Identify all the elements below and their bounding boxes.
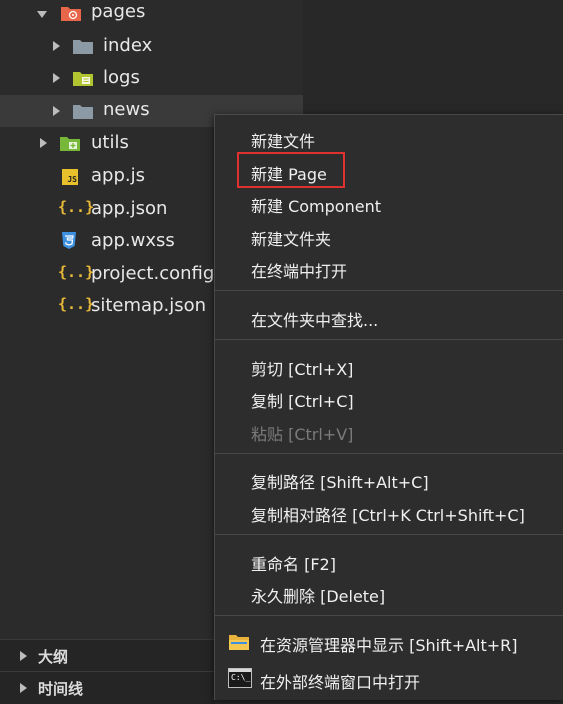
chevron-right-icon[interactable] xyxy=(20,651,27,661)
chevron-right-icon[interactable] xyxy=(53,41,60,51)
menu-separator xyxy=(215,534,563,535)
menu-separator xyxy=(215,290,563,291)
menu-item-new-folder[interactable]: 新建文件夹 xyxy=(215,220,563,252)
tree-item-index[interactable]: index xyxy=(0,30,303,62)
json-file-icon: {..} xyxy=(58,295,95,313)
menu-item-cut[interactable]: 剪切 [Ctrl+X] xyxy=(215,350,563,382)
menu-item-delete-permanently[interactable]: 永久删除 [Delete] xyxy=(215,577,563,609)
panel-timeline-label: 时间线 xyxy=(38,680,84,698)
tree-item-label: logs xyxy=(103,67,140,88)
menu-item-rename[interactable]: 重命名 [F2] xyxy=(215,545,563,577)
menu-item-new-component[interactable]: 新建 Component xyxy=(215,187,563,219)
terminal-badge: C:\_ xyxy=(231,673,251,682)
tree-item-label: index xyxy=(103,35,153,56)
menu-item-new-file[interactable]: 新建文件 xyxy=(215,122,563,154)
menu-item-copy-path[interactable]: 复制路径 [Shift+Alt+C] xyxy=(215,463,563,495)
menu-separator xyxy=(215,615,563,616)
tree-item-label: app.wxss xyxy=(91,230,175,251)
chevron-down-icon[interactable] xyxy=(37,11,47,18)
tree-item-logs[interactable]: logs xyxy=(0,62,303,94)
css-file-icon xyxy=(60,231,78,251)
json-file-icon: {..} xyxy=(58,198,95,216)
tree-item-label: utils xyxy=(91,132,129,153)
menu-item-open-in-terminal[interactable]: 在终端中打开 xyxy=(215,252,563,284)
menu-item-paste: 粘贴 [Ctrl+V] xyxy=(251,425,354,444)
terminal-icon: C:\_ xyxy=(228,668,252,688)
tree-item-label: sitemap.json xyxy=(91,295,207,316)
folder-icon xyxy=(72,37,94,55)
panel-outline[interactable]: 大纲 xyxy=(0,639,215,672)
tree-item-label: app.js xyxy=(91,165,145,186)
chevron-right-icon[interactable] xyxy=(20,683,27,693)
folder-logs-icon xyxy=(72,69,94,87)
chevron-right-icon[interactable] xyxy=(53,73,60,83)
menu-item-reveal-in-explorer[interactable]: 在资源管理器中显示 [Shift+Alt+R] xyxy=(215,626,563,658)
folder-utils-icon xyxy=(59,134,81,152)
menu-item-copy-relative-path[interactable]: 复制相对路径 [Ctrl+K Ctrl+Shift+C] xyxy=(215,496,563,528)
chevron-right-icon[interactable] xyxy=(53,106,60,116)
js-file-icon: JS xyxy=(62,169,78,185)
chevron-right-icon[interactable] xyxy=(40,138,47,148)
highlight-box xyxy=(237,152,345,188)
tree-item-label: project.config xyxy=(91,263,215,284)
json-file-icon: {..} xyxy=(58,263,95,281)
panel-outline-label: 大纲 xyxy=(38,648,69,666)
menu-item-open-in-external-terminal[interactable]: C:\_ 在外部终端窗口中打开 xyxy=(215,663,563,695)
context-menu: 新建文件 新建 Page 新建 Component 新建文件夹 在终端中打开 在… xyxy=(214,114,563,700)
tree-item-label: news xyxy=(103,99,150,120)
tree-item-label: app.json xyxy=(91,198,168,219)
tree-item-label: pages xyxy=(91,1,146,22)
folder-icon xyxy=(72,102,94,120)
folder-pages-icon xyxy=(60,4,82,22)
menu-separator xyxy=(215,453,563,454)
explorer-folder-icon xyxy=(228,632,250,652)
tree-item-pages[interactable]: pages xyxy=(0,0,303,30)
menu-item-find-in-folder[interactable]: 在文件夹中查找... xyxy=(215,301,563,333)
menu-separator xyxy=(215,339,563,340)
panel-timeline[interactable]: 时间线 xyxy=(0,671,215,704)
menu-item-copy[interactable]: 复制 [Ctrl+C] xyxy=(215,382,563,414)
